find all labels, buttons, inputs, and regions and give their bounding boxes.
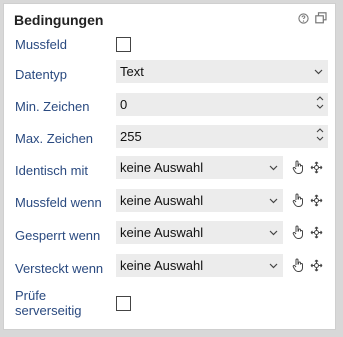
copy-window-icon[interactable] (315, 12, 327, 24)
max-zeichen-input[interactable]: 255 (116, 125, 328, 148)
chevron-down-icon (269, 254, 278, 277)
pruefe-label-line2: serverseitig (15, 303, 82, 318)
pruefe-serverseitig-label: Prüfe serverseitig (15, 288, 81, 318)
identisch-mit-select[interactable]: keine Auswahl (116, 156, 283, 179)
pruefe-serverseitig-checkbox[interactable] (116, 296, 131, 311)
mussfeld-wenn-value: keine Auswahl (120, 193, 204, 208)
pruefe-label-line1: Prüfe (15, 288, 47, 303)
gesperrt-wenn-value: keine Auswahl (120, 225, 204, 240)
datentyp-value: Text (120, 64, 144, 79)
datentyp-select[interactable]: Text (116, 60, 328, 83)
mussfeld-wenn-select[interactable]: keine Auswahl (116, 189, 283, 212)
gesperrt-wenn-label: Gesperrt wenn (15, 228, 101, 243)
hand-pointer-icon[interactable] (292, 160, 305, 175)
number-stepper-icon[interactable] (316, 96, 324, 109)
max-zeichen-label: Max. Zeichen (15, 131, 94, 146)
gesperrt-wenn-select[interactable]: keine Auswahl (116, 221, 283, 244)
identisch-mit-value: keine Auswahl (120, 160, 204, 175)
min-zeichen-value: 0 (120, 97, 128, 112)
min-zeichen-input[interactable]: 0 (116, 93, 328, 116)
mussfeld-label: Mussfeld (15, 37, 68, 52)
datentyp-label: Datentyp (15, 67, 68, 82)
versteckt-wenn-select[interactable]: keine Auswahl (116, 254, 283, 277)
number-stepper-icon[interactable] (316, 128, 324, 141)
move-crosshair-icon[interactable] (310, 259, 323, 272)
versteckt-wenn-label: Versteckt wenn (15, 261, 104, 276)
mussfeld-wenn-label: Mussfeld wenn (15, 195, 102, 210)
move-crosshair-icon[interactable] (310, 226, 323, 239)
panel-title: Bedingungen (14, 12, 104, 28)
max-zeichen-value: 255 (120, 129, 142, 144)
identisch-mit-label: Identisch mit (15, 163, 88, 178)
move-crosshair-icon[interactable] (310, 161, 323, 174)
chevron-down-icon (269, 156, 278, 179)
versteckt-wenn-value: keine Auswahl (120, 258, 204, 273)
chevron-down-icon (314, 60, 323, 83)
hand-pointer-icon[interactable] (292, 193, 305, 208)
min-zeichen-label: Min. Zeichen (15, 99, 90, 114)
hand-pointer-icon[interactable] (292, 258, 305, 273)
help-circle-icon[interactable] (298, 12, 309, 24)
move-crosshair-icon[interactable] (310, 194, 323, 207)
hand-pointer-icon[interactable] (292, 225, 305, 240)
conditions-panel: Bedingungen Mussfeld Datentyp Text Min. … (3, 3, 336, 330)
chevron-down-icon (269, 221, 278, 244)
mussfeld-checkbox[interactable] (116, 37, 131, 52)
chevron-down-icon (269, 189, 278, 212)
